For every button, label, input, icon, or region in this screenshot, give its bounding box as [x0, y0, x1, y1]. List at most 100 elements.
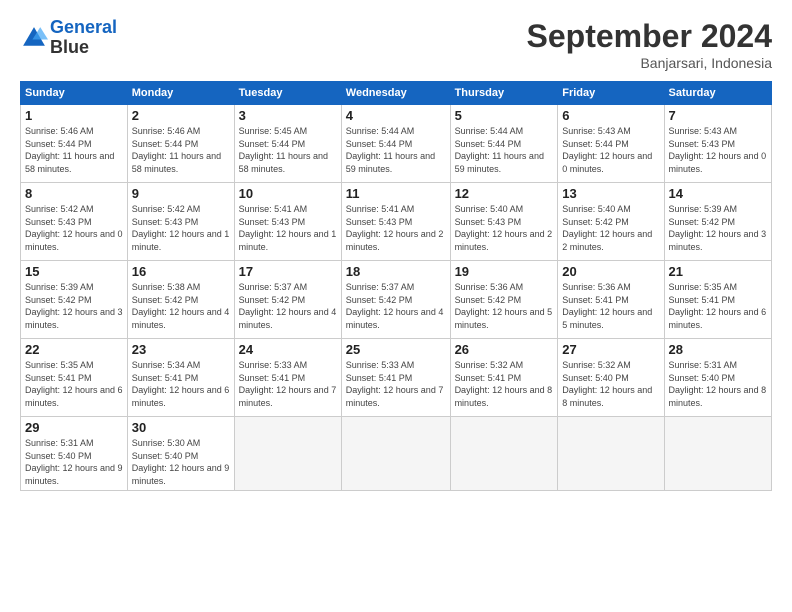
day-number: 24 — [239, 342, 337, 357]
table-row: 1 Sunrise: 5:46 AMSunset: 5:44 PMDayligh… — [21, 105, 128, 183]
day-detail: Sunrise: 5:44 AMSunset: 5:44 PMDaylight:… — [455, 125, 554, 175]
header: General Blue September 2024 Banjarsari, … — [20, 18, 772, 71]
day-detail: Sunrise: 5:36 AMSunset: 5:42 PMDaylight:… — [455, 281, 554, 331]
day-detail: Sunrise: 5:38 AMSunset: 5:42 PMDaylight:… — [132, 281, 230, 331]
day-number: 20 — [562, 264, 659, 279]
table-row — [341, 417, 450, 491]
day-detail: Sunrise: 5:43 AMSunset: 5:44 PMDaylight:… — [562, 125, 659, 175]
col-monday: Monday — [127, 82, 234, 105]
table-row: 18 Sunrise: 5:37 AMSunset: 5:42 PMDaylig… — [341, 261, 450, 339]
table-row — [664, 417, 771, 491]
day-detail: Sunrise: 5:37 AMSunset: 5:42 PMDaylight:… — [239, 281, 337, 331]
title-block: September 2024 Banjarsari, Indonesia — [527, 18, 772, 71]
day-detail: Sunrise: 5:32 AMSunset: 5:40 PMDaylight:… — [562, 359, 659, 409]
table-row: 29 Sunrise: 5:31 AMSunset: 5:40 PMDaylig… — [21, 417, 128, 491]
day-number: 18 — [346, 264, 446, 279]
day-number: 25 — [346, 342, 446, 357]
logo: General Blue — [20, 18, 117, 58]
table-row: 5 Sunrise: 5:44 AMSunset: 5:44 PMDayligh… — [450, 105, 558, 183]
day-detail: Sunrise: 5:34 AMSunset: 5:41 PMDaylight:… — [132, 359, 230, 409]
day-number: 2 — [132, 108, 230, 123]
table-row: 24 Sunrise: 5:33 AMSunset: 5:41 PMDaylig… — [234, 339, 341, 417]
day-number: 28 — [669, 342, 767, 357]
table-row: 21 Sunrise: 5:35 AMSunset: 5:41 PMDaylig… — [664, 261, 771, 339]
day-number: 15 — [25, 264, 123, 279]
table-row — [234, 417, 341, 491]
day-detail: Sunrise: 5:41 AMSunset: 5:43 PMDaylight:… — [346, 203, 446, 253]
day-number: 30 — [132, 420, 230, 435]
table-row: 9 Sunrise: 5:42 AMSunset: 5:43 PMDayligh… — [127, 183, 234, 261]
day-number: 14 — [669, 186, 767, 201]
day-detail: Sunrise: 5:35 AMSunset: 5:41 PMDaylight:… — [669, 281, 767, 331]
day-detail: Sunrise: 5:39 AMSunset: 5:42 PMDaylight:… — [25, 281, 123, 331]
day-detail: Sunrise: 5:45 AMSunset: 5:44 PMDaylight:… — [239, 125, 337, 175]
day-detail: Sunrise: 5:39 AMSunset: 5:42 PMDaylight:… — [669, 203, 767, 253]
location: Banjarsari, Indonesia — [527, 55, 772, 71]
day-number: 7 — [669, 108, 767, 123]
table-row: 16 Sunrise: 5:38 AMSunset: 5:42 PMDaylig… — [127, 261, 234, 339]
table-row: 15 Sunrise: 5:39 AMSunset: 5:42 PMDaylig… — [21, 261, 128, 339]
table-row: 23 Sunrise: 5:34 AMSunset: 5:41 PMDaylig… — [127, 339, 234, 417]
col-tuesday: Tuesday — [234, 82, 341, 105]
day-number: 5 — [455, 108, 554, 123]
day-detail: Sunrise: 5:42 AMSunset: 5:43 PMDaylight:… — [132, 203, 230, 253]
day-number: 26 — [455, 342, 554, 357]
day-number: 11 — [346, 186, 446, 201]
day-number: 9 — [132, 186, 230, 201]
day-detail: Sunrise: 5:46 AMSunset: 5:44 PMDaylight:… — [132, 125, 230, 175]
day-detail: Sunrise: 5:33 AMSunset: 5:41 PMDaylight:… — [239, 359, 337, 409]
day-detail: Sunrise: 5:37 AMSunset: 5:42 PMDaylight:… — [346, 281, 446, 331]
table-row: 20 Sunrise: 5:36 AMSunset: 5:41 PMDaylig… — [558, 261, 664, 339]
day-number: 1 — [25, 108, 123, 123]
day-detail: Sunrise: 5:33 AMSunset: 5:41 PMDaylight:… — [346, 359, 446, 409]
col-thursday: Thursday — [450, 82, 558, 105]
page: General Blue September 2024 Banjarsari, … — [0, 0, 792, 612]
table-row: 8 Sunrise: 5:42 AMSunset: 5:43 PMDayligh… — [21, 183, 128, 261]
day-number: 19 — [455, 264, 554, 279]
table-row: 22 Sunrise: 5:35 AMSunset: 5:41 PMDaylig… — [21, 339, 128, 417]
table-row: 10 Sunrise: 5:41 AMSunset: 5:43 PMDaylig… — [234, 183, 341, 261]
month-title: September 2024 — [527, 18, 772, 55]
table-row: 3 Sunrise: 5:45 AMSunset: 5:44 PMDayligh… — [234, 105, 341, 183]
table-row: 7 Sunrise: 5:43 AMSunset: 5:43 PMDayligh… — [664, 105, 771, 183]
table-row: 30 Sunrise: 5:30 AMSunset: 5:40 PMDaylig… — [127, 417, 234, 491]
table-row: 19 Sunrise: 5:36 AMSunset: 5:42 PMDaylig… — [450, 261, 558, 339]
day-number: 22 — [25, 342, 123, 357]
col-sunday: Sunday — [21, 82, 128, 105]
day-number: 23 — [132, 342, 230, 357]
table-row: 6 Sunrise: 5:43 AMSunset: 5:44 PMDayligh… — [558, 105, 664, 183]
day-number: 6 — [562, 108, 659, 123]
day-detail: Sunrise: 5:42 AMSunset: 5:43 PMDaylight:… — [25, 203, 123, 253]
day-number: 29 — [25, 420, 123, 435]
table-row: 17 Sunrise: 5:37 AMSunset: 5:42 PMDaylig… — [234, 261, 341, 339]
table-row: 13 Sunrise: 5:40 AMSunset: 5:42 PMDaylig… — [558, 183, 664, 261]
day-detail: Sunrise: 5:30 AMSunset: 5:40 PMDaylight:… — [132, 437, 230, 487]
day-detail: Sunrise: 5:32 AMSunset: 5:41 PMDaylight:… — [455, 359, 554, 409]
day-number: 8 — [25, 186, 123, 201]
day-number: 27 — [562, 342, 659, 357]
day-detail: Sunrise: 5:31 AMSunset: 5:40 PMDaylight:… — [669, 359, 767, 409]
table-row: 27 Sunrise: 5:32 AMSunset: 5:40 PMDaylig… — [558, 339, 664, 417]
day-detail: Sunrise: 5:35 AMSunset: 5:41 PMDaylight:… — [25, 359, 123, 409]
day-detail: Sunrise: 5:43 AMSunset: 5:43 PMDaylight:… — [669, 125, 767, 175]
table-row — [450, 417, 558, 491]
day-number: 21 — [669, 264, 767, 279]
day-number: 16 — [132, 264, 230, 279]
table-row: 28 Sunrise: 5:31 AMSunset: 5:40 PMDaylig… — [664, 339, 771, 417]
col-friday: Friday — [558, 82, 664, 105]
day-detail: Sunrise: 5:46 AMSunset: 5:44 PMDaylight:… — [25, 125, 123, 175]
table-row: 25 Sunrise: 5:33 AMSunset: 5:41 PMDaylig… — [341, 339, 450, 417]
table-row: 11 Sunrise: 5:41 AMSunset: 5:43 PMDaylig… — [341, 183, 450, 261]
calendar-table: Sunday Monday Tuesday Wednesday Thursday… — [20, 81, 772, 491]
day-number: 4 — [346, 108, 446, 123]
day-number: 3 — [239, 108, 337, 123]
day-number: 12 — [455, 186, 554, 201]
day-number: 17 — [239, 264, 337, 279]
logo-text: General Blue — [50, 18, 117, 58]
calendar-header-row: Sunday Monday Tuesday Wednesday Thursday… — [21, 82, 772, 105]
col-saturday: Saturday — [664, 82, 771, 105]
day-detail: Sunrise: 5:40 AMSunset: 5:42 PMDaylight:… — [562, 203, 659, 253]
table-row: 2 Sunrise: 5:46 AMSunset: 5:44 PMDayligh… — [127, 105, 234, 183]
logo-icon — [20, 24, 48, 52]
table-row: 26 Sunrise: 5:32 AMSunset: 5:41 PMDaylig… — [450, 339, 558, 417]
